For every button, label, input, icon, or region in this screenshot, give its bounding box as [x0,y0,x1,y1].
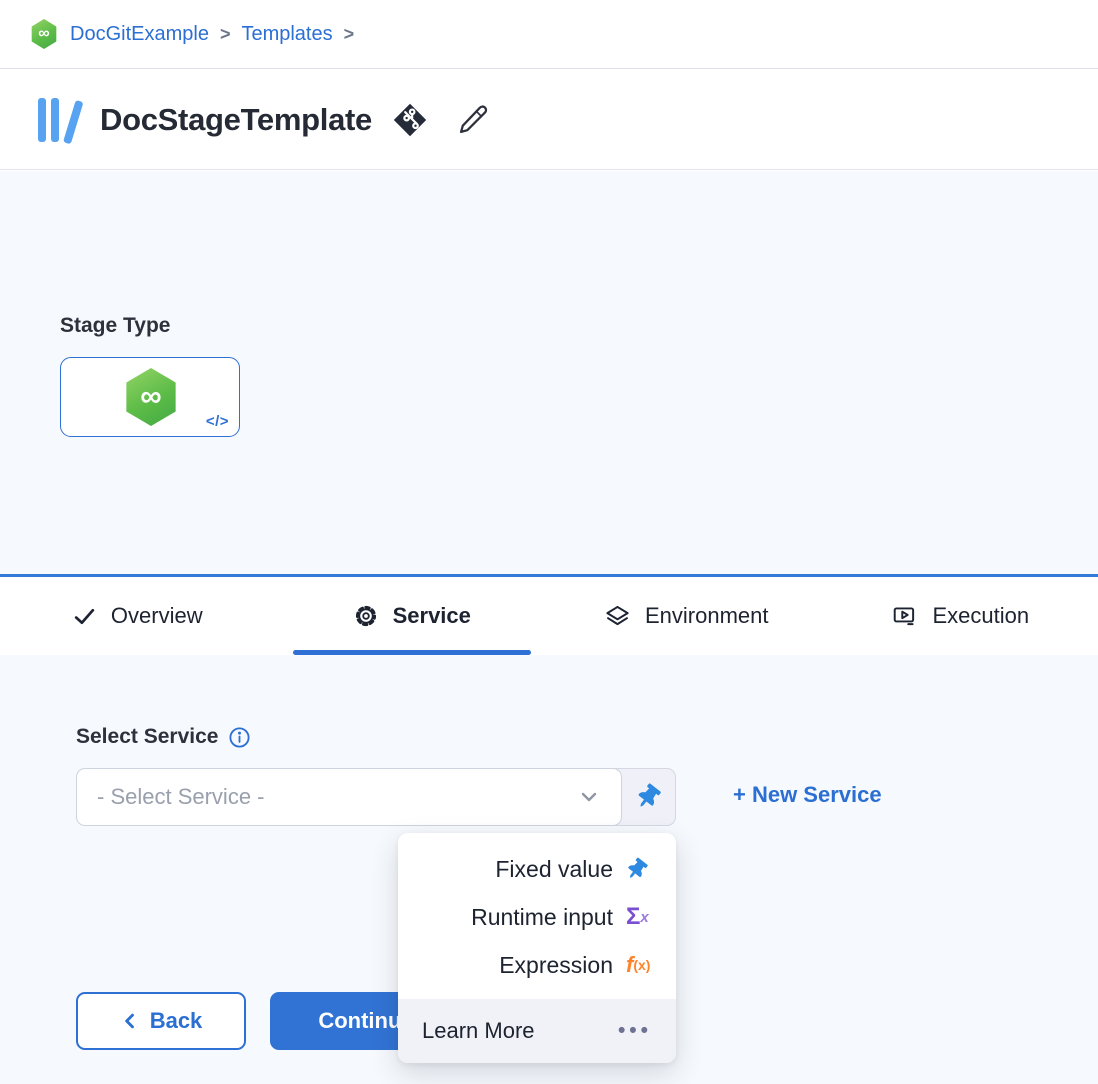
page-header: DocStageTemplate [0,70,1098,170]
multi-type-selector-popup: Fixed value Runtime input Σx Expression … [398,833,676,1063]
check-icon [72,604,97,629]
breadcrumb-item-templates[interactable]: Templates [241,23,332,46]
ellipsis-icon: ••• [618,1019,652,1043]
service-tab-content: Select Service - Select Service - + New … [0,655,1098,1084]
git-diamond-badge-icon [392,102,428,138]
menu-item-expression[interactable]: Expression f(x) [398,941,676,989]
infinity-glyph: ∞ [38,25,49,43]
breadcrumb: ∞ DocGitExample > Templates > [0,0,1098,69]
project-hexagon-icon: ∞ [30,19,58,49]
tab-bar: Overview Service Environment [0,577,1098,655]
select-service-dropdown[interactable]: - Select Service - [76,768,622,826]
stage-type-label: Stage Type [60,314,170,338]
back-button-label: Back [150,1008,203,1034]
menu-item-label: Expression [499,952,613,979]
chevron-left-icon [120,1011,140,1031]
menu-item-fixed-value[interactable]: Fixed value [398,845,676,893]
breadcrumb-item-project[interactable]: DocGitExample [70,23,209,46]
pin-icon [631,780,665,814]
pin-icon [626,859,656,880]
menu-item-label: Fixed value [495,856,613,883]
menu-item-label: Runtime input [471,904,613,931]
page-title: DocStageTemplate [100,102,372,138]
template-editor-page: ∞ DocGitExample > Templates > DocStageTe… [0,0,1098,1084]
edit-pencil-icon[interactable] [456,103,490,137]
deploy-stage-hexagon-icon: ∞ [123,368,179,426]
back-button[interactable]: Back [76,992,246,1050]
infinity-glyph: ∞ [140,380,161,414]
breadcrumb-separator: > [220,24,231,45]
template-library-icon [36,97,82,143]
tab-service[interactable]: Service [275,577,550,655]
stage-type-card[interactable]: ∞ </> [60,357,240,437]
code-icon: </> [206,413,229,430]
select-service-placeholder: - Select Service - [97,784,577,810]
layers-icon [604,603,631,630]
tab-environment[interactable]: Environment [549,577,824,655]
menu-item-runtime-input[interactable]: Runtime input Σx [398,893,676,941]
info-icon[interactable] [228,726,251,749]
tab-label: Service [393,603,471,629]
play-box-icon [892,603,918,629]
tab-label: Execution [932,603,1029,629]
tab-label: Overview [111,603,203,629]
breadcrumb-separator: > [344,24,355,45]
chevron-down-icon [577,785,601,809]
tab-overview[interactable]: Overview [0,577,275,655]
stage-type-section: Stage Type ∞ </> [0,171,1098,575]
tab-label: Environment [645,603,769,629]
f-of-x-icon: f(x) [626,952,656,978]
tab-execution[interactable]: Execution [824,577,1098,655]
new-service-link[interactable]: + New Service [733,782,882,808]
gear-icon [353,603,379,629]
sigma-x-icon: Σx [626,903,656,931]
select-service-label: Select Service [76,725,218,749]
learn-more-row[interactable]: Learn More ••• [398,999,676,1063]
learn-more-label: Learn More [422,1018,535,1044]
